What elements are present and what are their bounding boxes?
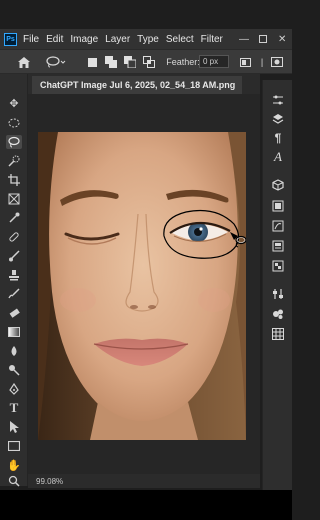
minimize-icon[interactable]: — (239, 29, 249, 49)
options-bar: Feather: 0 px | (0, 49, 292, 74)
subtract-from-selection-button[interactable] (123, 54, 137, 70)
menu-type[interactable]: Type (137, 34, 159, 45)
quick-selection-tool-icon[interactable] (6, 154, 22, 168)
swatches-icon[interactable] (270, 258, 286, 274)
type-tool-icon[interactable]: T (6, 400, 22, 415)
menu-filter[interactable]: Filter (201, 34, 223, 45)
blur-tool-icon[interactable] (6, 344, 22, 358)
character-icon[interactable]: A (270, 149, 286, 165)
menu-edit[interactable]: Edit (46, 34, 63, 45)
adjustments-icon[interactable] (270, 286, 286, 302)
paths-icon[interactable] (270, 218, 286, 234)
close-icon[interactable]: ✕ (278, 29, 286, 49)
photoshop-logo: Ps (4, 32, 17, 46)
menu-file[interactable]: File (23, 34, 39, 45)
crop-tool-icon[interactable] (6, 173, 22, 187)
pen-tool-icon[interactable] (6, 382, 22, 396)
eraser-tool-icon[interactable] (6, 306, 22, 320)
eyedropper-tool-icon[interactable] (6, 211, 22, 225)
anti-alias-icon[interactable] (238, 54, 252, 70)
marquee-tool-icon[interactable] (6, 116, 22, 130)
properties-icon[interactable] (270, 92, 286, 108)
history-brush-tool-icon[interactable] (6, 287, 22, 301)
intersect-selection-button[interactable] (142, 54, 156, 70)
panel-dock: ¶ A (262, 80, 292, 490)
feather-label: Feather: (166, 57, 200, 67)
move-tool-icon[interactable]: ✥ (6, 96, 22, 110)
lasso-preset-icon[interactable] (44, 54, 68, 70)
document-tab-bar: ChatGPT Image Jul 6, 2025, 02_54_18 AM.p… (28, 74, 260, 94)
3d-icon[interactable] (270, 177, 286, 193)
path-selection-tool-icon[interactable] (6, 420, 22, 434)
new-selection-button[interactable] (86, 54, 98, 70)
document-tab[interactable]: ChatGPT Image Jul 6, 2025, 02_54_18 AM.p… (32, 76, 242, 94)
brushes-icon[interactable] (270, 306, 286, 322)
clone-stamp-tool-icon[interactable] (6, 268, 22, 282)
dodge-tool-icon[interactable] (6, 363, 22, 377)
menu-layer[interactable]: Layer (105, 34, 130, 45)
bottom-border (0, 490, 292, 520)
select-mask-icon[interactable] (270, 54, 284, 70)
rectangle-tool-icon[interactable] (6, 439, 22, 453)
libraries-icon[interactable] (270, 238, 286, 254)
canvas-area[interactable] (28, 94, 260, 474)
layers-icon[interactable] (270, 111, 286, 127)
gradient-tool-icon[interactable] (6, 325, 22, 339)
styles-icon[interactable] (270, 326, 286, 342)
add-to-selection-button[interactable] (104, 54, 118, 70)
home-icon[interactable] (16, 54, 32, 70)
paragraph-icon[interactable]: ¶ (270, 130, 286, 146)
status-bar: 99.08% (28, 474, 260, 488)
lasso-tool-icon[interactable] (6, 135, 22, 149)
canvas-image[interactable] (38, 132, 246, 440)
zoom-tool-icon[interactable] (6, 474, 22, 488)
menu-select[interactable]: Select (166, 34, 194, 45)
restore-icon[interactable] (259, 29, 267, 49)
zoom-level[interactable]: 99.08% (36, 477, 63, 486)
feather-input[interactable]: 0 px (199, 55, 229, 68)
frame-tool-icon[interactable] (6, 192, 22, 206)
hand-tool-icon[interactable]: ✋ (6, 458, 22, 472)
menu-image[interactable]: Image (70, 34, 98, 45)
brush-tool-icon[interactable] (6, 249, 22, 263)
menu-bar: Ps File Edit Image Layer Type Select Fil… (0, 29, 292, 49)
tools-panel: ✥ T ✋ (0, 74, 28, 488)
channels-icon[interactable] (270, 198, 286, 214)
spot-healing-tool-icon[interactable] (6, 230, 22, 244)
divider-icon: | (260, 57, 264, 67)
